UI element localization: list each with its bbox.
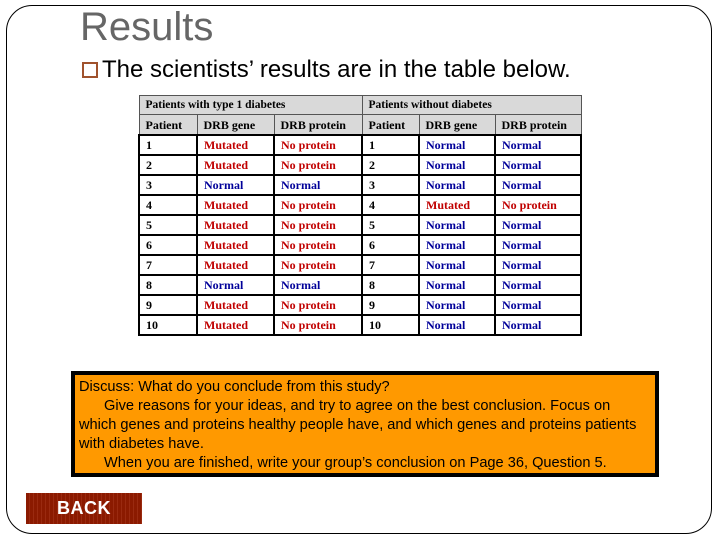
table-cell: Normal <box>494 134 582 156</box>
group-header-diabetes: Patients with type 1 diabetes <box>138 95 363 115</box>
table-cell: Mutated <box>196 154 275 176</box>
table-cell: Normal <box>418 274 496 296</box>
table-row: 9 Mutated No protein 9 Normal Normal <box>138 294 582 316</box>
table-cell: Normal <box>418 294 496 316</box>
table-row: 10 Mutated No protein 10 Normal Normal <box>138 314 582 336</box>
table-cell: Mutated <box>196 314 275 336</box>
table-cell: 3 <box>138 174 198 196</box>
table-cell: No protein <box>494 194 582 216</box>
table-cell: No protein <box>273 234 363 256</box>
table-cell: Normal <box>196 274 275 296</box>
table-cell: No protein <box>273 134 363 156</box>
group-header-no-diabetes: Patients without diabetes <box>361 95 582 115</box>
table-cell: No protein <box>273 194 363 216</box>
table-cell: Normal <box>418 314 496 336</box>
table-cell: Normal <box>494 174 582 196</box>
discussion-next-step: When you are finished, write your group’… <box>104 455 607 471</box>
table-cell: 5 <box>138 214 198 236</box>
table-cell: Normal <box>418 134 496 156</box>
table-row: 1 Mutated No protein 1 Normal Normal <box>138 134 582 156</box>
table-cell: No protein <box>273 314 363 336</box>
table-row: 5 Mutated No protein 5 Normal Normal <box>138 214 582 236</box>
table-cell: 10 <box>138 314 198 336</box>
table-row: 4 Mutated No protein 4 Mutated No protein <box>138 194 582 216</box>
table-cell: 5 <box>361 214 420 236</box>
table-cell: No protein <box>273 294 363 316</box>
table-cell: Normal <box>494 314 582 336</box>
table-cell: 8 <box>138 274 198 296</box>
table-cell: Normal <box>418 214 496 236</box>
table-cell: Mutated <box>196 254 275 276</box>
table-cell: Normal <box>494 254 582 276</box>
table-cell: 6 <box>138 234 198 256</box>
table-cell: Normal <box>494 274 582 296</box>
table-row: 6 Mutated No protein 6 Normal Normal <box>138 234 582 256</box>
table-cell: Normal <box>494 294 582 316</box>
table-group-header-row: Patients with type 1 diabetes Patients w… <box>138 95 582 115</box>
discussion-prompt: Discuss: What do you conclude from this … <box>79 379 390 395</box>
hollow-square-bullet-icon <box>82 62 98 78</box>
table-cell: Mutated <box>196 234 275 256</box>
table-cell: 1 <box>138 134 198 156</box>
back-button[interactable]: BACK <box>26 493 142 524</box>
table-cell: Normal <box>494 214 582 236</box>
column-header: DRB gene <box>418 114 496 136</box>
table-row: 2 Mutated No protein 2 Normal Normal <box>138 154 582 176</box>
table-cell: 1 <box>361 134 420 156</box>
table-cell: No protein <box>273 214 363 236</box>
bullet-item: The scientists’ results are in the table… <box>80 56 571 84</box>
table-cell: 10 <box>361 314 420 336</box>
table-cell: 7 <box>361 254 420 276</box>
table-cell: Normal <box>418 234 496 256</box>
table-cell: Mutated <box>418 194 496 216</box>
table-cell: Normal <box>418 254 496 276</box>
column-header: Patient <box>138 114 198 136</box>
table-cell: 9 <box>138 294 198 316</box>
discussion-instructions: Give reasons for your ideas, and try to … <box>79 398 637 452</box>
table-cell: 8 <box>361 274 420 296</box>
table-cell: 6 <box>361 234 420 256</box>
table-cell: No protein <box>273 154 363 176</box>
table-cell: Normal <box>418 174 496 196</box>
table-column-header-row: Patient DRB gene DRB protein Patient DRB… <box>138 114 582 136</box>
discussion-box: Discuss: What do you conclude from this … <box>71 371 659 477</box>
table-cell: Normal <box>418 154 496 176</box>
column-header: DRB gene <box>196 114 275 136</box>
table-row: 3 Normal Normal 3 Normal Normal <box>138 174 582 196</box>
table-cell: 7 <box>138 254 198 276</box>
table-cell: 3 <box>361 174 420 196</box>
table-cell: Mutated <box>196 294 275 316</box>
table-cell: Mutated <box>196 134 275 156</box>
table-cell: 9 <box>361 294 420 316</box>
column-header: DRB protein <box>273 114 363 136</box>
table-cell: Normal <box>494 234 582 256</box>
table-row: 7 Mutated No protein 7 Normal Normal <box>138 254 582 276</box>
table-row: 8 Normal Normal 8 Normal Normal <box>138 274 582 296</box>
table-cell: Normal <box>273 274 363 296</box>
slide-title: Results <box>80 5 214 49</box>
table-cell: 4 <box>361 194 420 216</box>
table-cell: Normal <box>196 174 275 196</box>
table-cell: Mutated <box>196 214 275 236</box>
table-cell: 2 <box>138 154 198 176</box>
column-header: Patient <box>361 114 420 136</box>
table-cell: Normal <box>273 174 363 196</box>
table-cell: Mutated <box>196 194 275 216</box>
table-cell: 2 <box>361 154 420 176</box>
column-header: DRB protein <box>494 114 582 136</box>
table-cell: 4 <box>138 194 198 216</box>
bullet-text: The scientists’ results are in the table… <box>102 56 571 83</box>
table-cell: Normal <box>494 154 582 176</box>
table-cell: No protein <box>273 254 363 276</box>
results-table: Patients with type 1 diabetes Patients w… <box>138 95 582 336</box>
